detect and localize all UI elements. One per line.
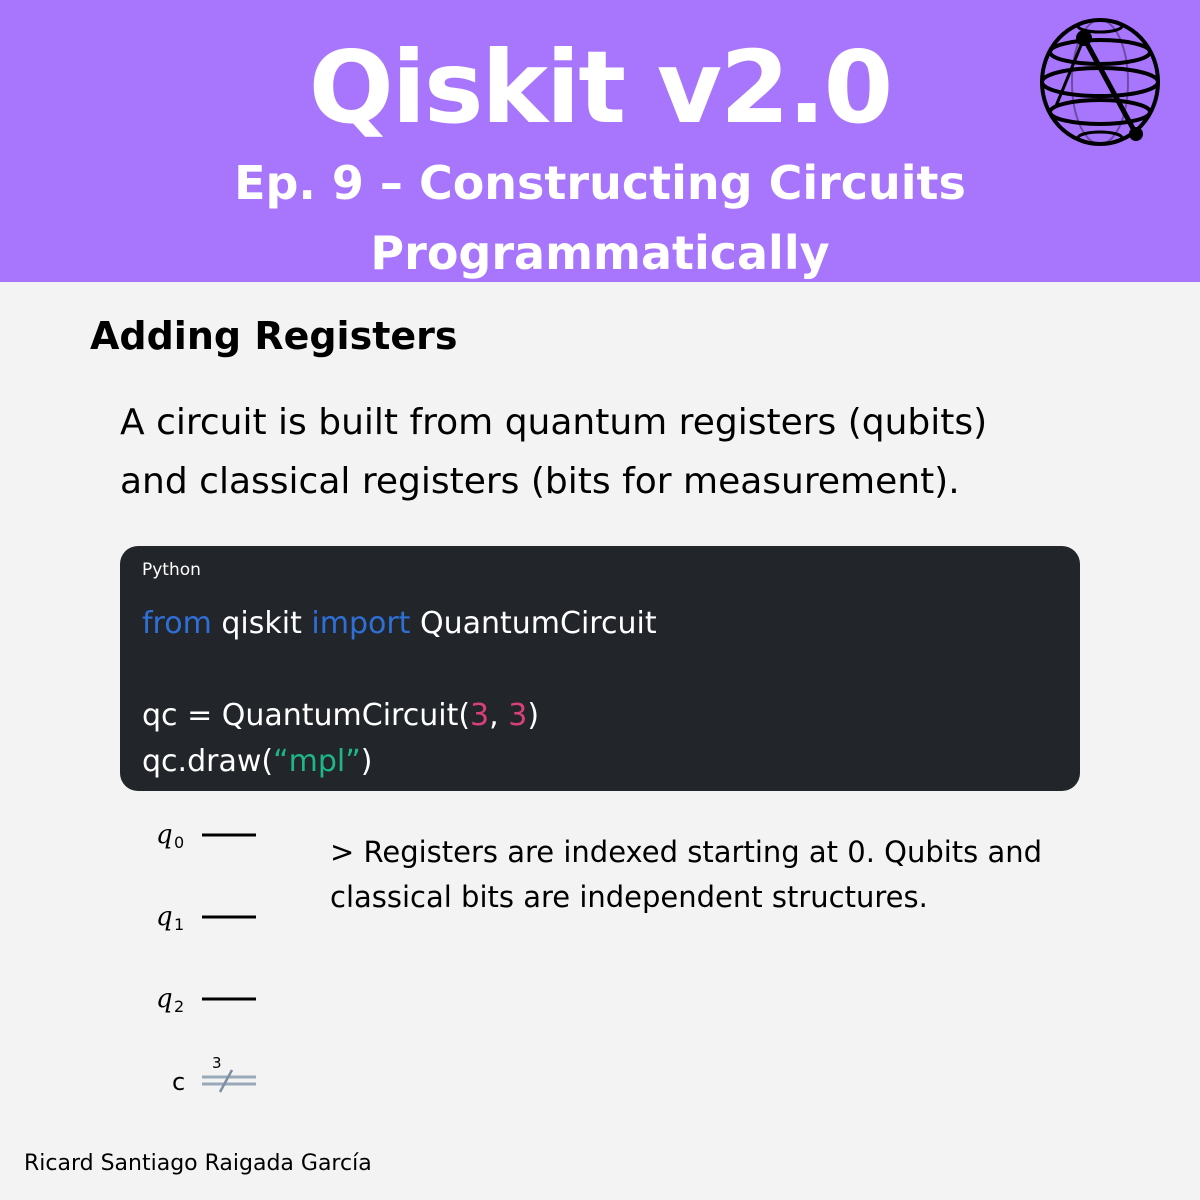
classical-label-c: c (172, 1068, 185, 1096)
classical-register-c: c 3 (172, 1054, 256, 1096)
classical-width-label: 3 (212, 1054, 222, 1072)
code-number-qubits: 3 (470, 698, 490, 733)
qubit-wire-q2: q 2 (156, 984, 256, 1016)
intro-paragraph: A circuit is built from quantum register… (120, 393, 1110, 511)
intro-line-1: A circuit is built from quantum register… (120, 402, 988, 443)
intro-line-2: and classical registers (bits for measur… (120, 461, 960, 502)
qubit-wire-q1: q 1 (156, 902, 256, 934)
code-assign: qc = QuantumCircuit( (142, 698, 471, 733)
code-language-label: Python (142, 560, 201, 580)
code-draw-close: ) (360, 744, 373, 779)
qubit-label-q2: q (156, 984, 173, 1014)
qubit-index-2: 2 (174, 997, 184, 1016)
code-number-clbits: 3 (508, 698, 528, 733)
qubit-index-1: 1 (174, 915, 184, 934)
bloch-sphere-logo-icon (1040, 18, 1160, 146)
qubit-wire-q0: q 0 (156, 820, 256, 852)
code-class-name: QuantumCircuit (410, 606, 657, 641)
note-text: > Registers are indexed starting at 0. Q… (330, 830, 1120, 920)
subtitle-line-1: Ep. 9 – Constructing Circuits (234, 156, 966, 210)
header-banner: Qiskit v2.0 Ep. 9 – Constructing Circuit… (0, 0, 1200, 282)
code-string-mpl: “mpl” (273, 744, 361, 779)
note-line-2: classical bits are independent structure… (330, 880, 928, 914)
page-title: Qiskit v2.0 (308, 29, 894, 146)
code-close-paren: ) (527, 698, 540, 733)
code-keyword-from: from (142, 606, 212, 641)
section-title: Adding Registers (90, 314, 458, 358)
qubit-label-q1: q (156, 902, 173, 932)
code-line-4: qc.draw(“mpl”) (142, 740, 372, 784)
code-keyword-import: import (311, 606, 411, 641)
note-line-1: > Registers are indexed starting at 0. Q… (330, 835, 1043, 869)
code-line-1: from qiskit import QuantumCircuit (142, 602, 657, 646)
qubit-index-0: 0 (174, 833, 184, 852)
qubit-label-q0: q (156, 820, 173, 850)
code-separator: , (489, 698, 509, 733)
code-block: Python from qiskit import QuantumCircuit… (120, 546, 1080, 791)
code-line-3: qc = QuantumCircuit(3, 3) (142, 694, 539, 738)
code-module: qiskit (211, 606, 312, 641)
code-draw-call: qc.draw( (142, 744, 274, 779)
author-credit: Ricard Santiago Raigada García (24, 1151, 372, 1176)
classical-slash (218, 1069, 234, 1093)
subtitle-line-2: Programmatically (370, 226, 830, 280)
page-subtitle: Ep. 9 – Constructing Circuits Programmat… (0, 148, 1200, 288)
circuit-diagram: q 0 q 1 q 2 c 3 (156, 820, 256, 1096)
